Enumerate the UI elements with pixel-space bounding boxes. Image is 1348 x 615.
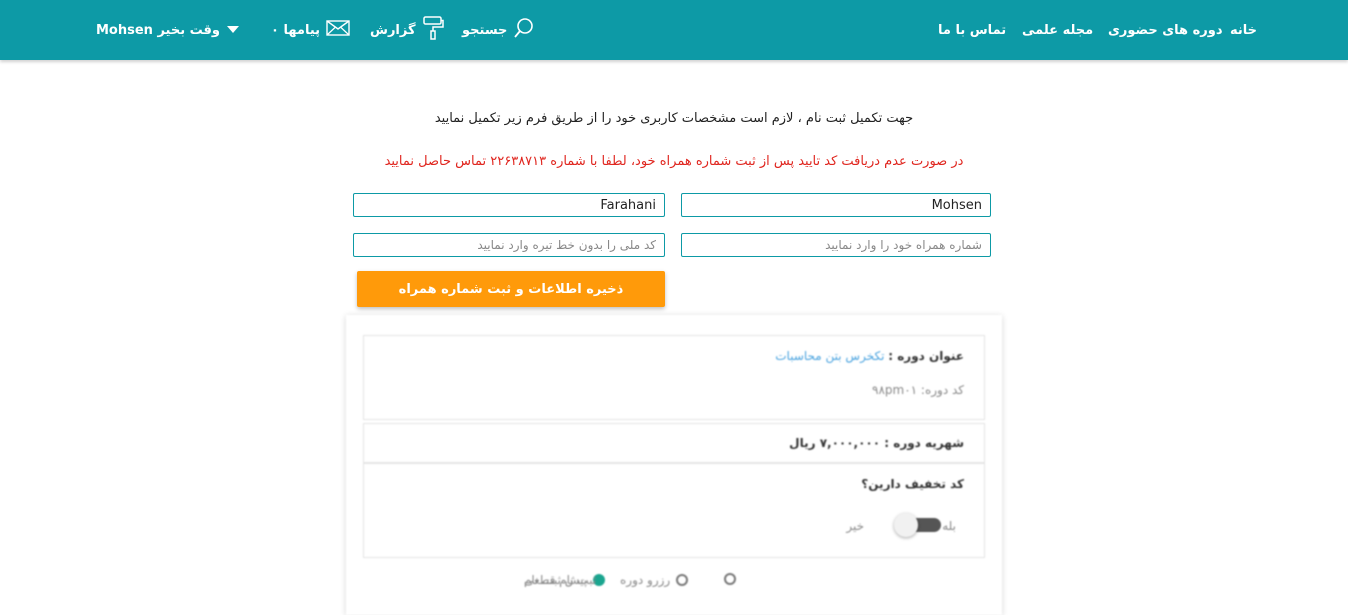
course-title-label: عنوان دوره : bbox=[888, 349, 964, 363]
course-fee: شهریه دوره : ۷,۰۰۰,۰۰۰ ریال bbox=[789, 436, 964, 450]
last-name-input[interactable] bbox=[353, 193, 665, 217]
user-greeting[interactable]: Mohsen وقت بخیر bbox=[96, 0, 220, 60]
discount-no-label: خیر bbox=[846, 519, 864, 533]
radio-final-option[interactable]: ثبت نام قطعی bbox=[524, 573, 698, 587]
nav-courses[interactable]: دوره های حضوری bbox=[1108, 0, 1223, 60]
course-info-panel: عنوان دوره : تکخرس بتن محاسبات کد دوره: … bbox=[363, 335, 985, 420]
nav-journal[interactable]: مجله علمی bbox=[1022, 0, 1093, 60]
first-name-input[interactable] bbox=[681, 193, 991, 217]
envelope-icon bbox=[320, 19, 350, 41]
course-title-link[interactable]: تکخرس بتن محاسبات bbox=[775, 349, 884, 363]
discount-yes-label: بله bbox=[942, 519, 956, 533]
registration-intro: جهت تکمیل ثبت نام ، لازم است مشخصات کارب… bbox=[434, 111, 914, 126]
nav-home[interactable]: خانه bbox=[1230, 0, 1257, 60]
national-id-input[interactable] bbox=[353, 233, 665, 257]
nav-contact[interactable]: تماس با ما bbox=[938, 0, 1006, 60]
search-icon bbox=[507, 17, 535, 43]
save-and-register-button[interactable]: ذخیره اطلاعات و ثبت شماره همراه bbox=[357, 271, 665, 307]
user-menu-toggle[interactable] bbox=[221, 0, 239, 60]
course-card: عنوان دوره : تکخرس بتن محاسبات کد دوره: … bbox=[346, 315, 1002, 615]
course-fee-panel: شهریه دوره : ۷,۰۰۰,۰۰۰ ریال bbox=[363, 423, 985, 463]
radio-reserve-circle[interactable] bbox=[724, 573, 736, 585]
radio-final-label: ثبت نام قطعی bbox=[524, 573, 597, 587]
messages-label: پیامها ۰ bbox=[271, 22, 321, 38]
report-label: گزارش bbox=[370, 22, 416, 38]
report-button[interactable]: گزارش bbox=[370, 0, 444, 60]
search-button[interactable]: جستجو bbox=[462, 0, 535, 60]
discount-toggle-knob[interactable] bbox=[894, 513, 918, 537]
messages-button[interactable]: پیامها ۰ bbox=[271, 0, 350, 60]
radio-reserve[interactable] bbox=[718, 573, 736, 585]
discount-panel: کد تخفیف دارین؟ بله خیر bbox=[363, 463, 985, 558]
verification-notice: در صورت عدم دریافت کد تایید پس از ثبت شم… bbox=[384, 154, 964, 169]
caret-down-icon bbox=[221, 23, 239, 38]
course-code: کد دوره: ۹۸pm۰۱ bbox=[872, 383, 964, 397]
discount-question: کد تخفیف دارین؟ bbox=[861, 477, 964, 491]
search-label: جستجو bbox=[462, 22, 508, 38]
mobile-input[interactable] bbox=[681, 233, 991, 257]
paint-roller-icon bbox=[416, 16, 444, 44]
